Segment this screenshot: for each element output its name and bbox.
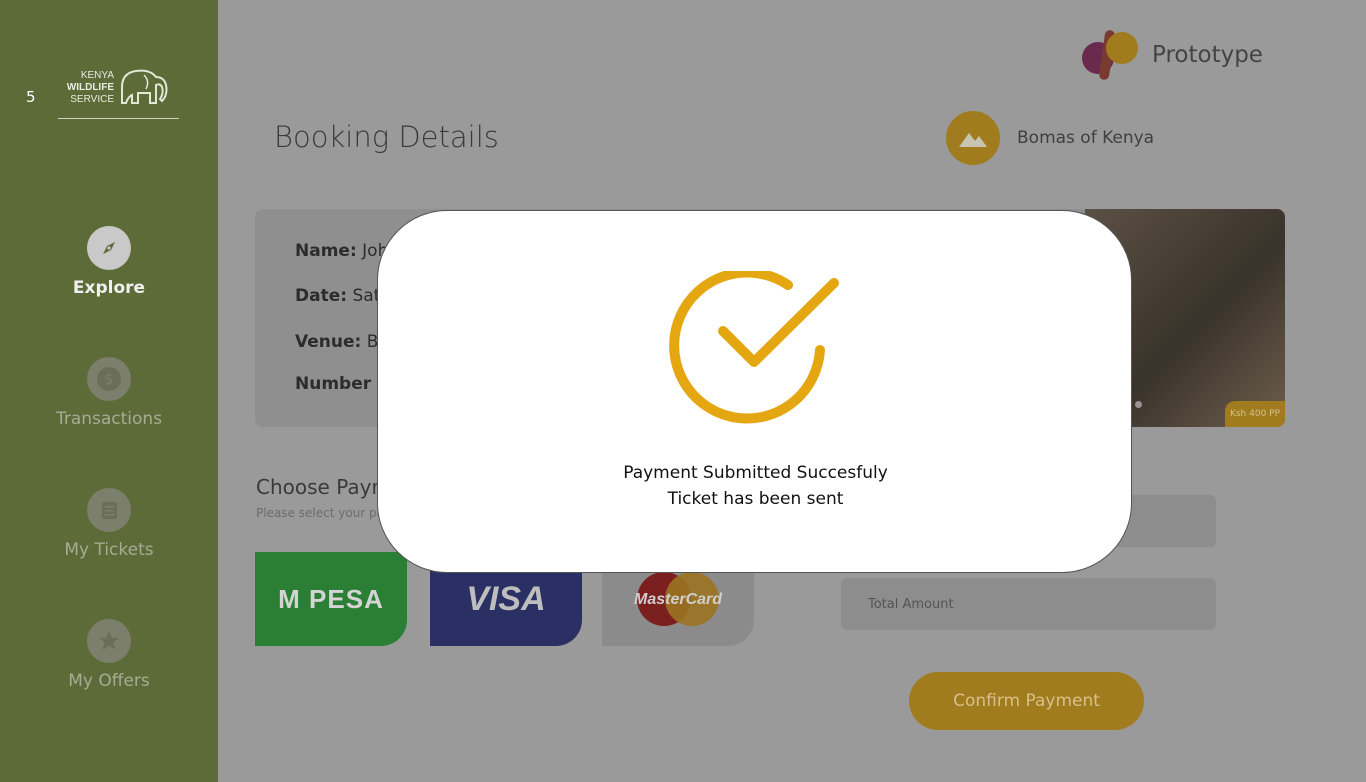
prototype-logo-icon: [1082, 30, 1138, 80]
svg-text:$: $: [104, 370, 114, 388]
ticket-icon: [87, 488, 131, 532]
nav-explore-label: Explore: [72, 278, 146, 298]
detail-venue-label: Venue:: [295, 332, 362, 352]
confirm-payment-button[interactable]: Confirm Payment: [909, 672, 1144, 730]
logo-text: KENYA WILDLIFE SERVICE: [62, 70, 114, 106]
nav-transactions-label: Transactions: [55, 409, 163, 429]
total-amount-field[interactable]: Total Amount: [841, 578, 1216, 630]
mastercard-icon: MasterCard: [634, 572, 723, 626]
total-amount-placeholder: Total Amount: [868, 596, 954, 612]
mpesa-button[interactable]: M PESA: [255, 552, 407, 646]
payment-subheading: Please select your pa: [256, 506, 384, 520]
logo-line-wildlife: WILDLIFE: [66, 82, 114, 93]
success-message: Payment Submitted Succesfuly: [623, 463, 888, 483]
ticket-sent-message: Ticket has been sent: [667, 489, 844, 509]
payment-heading: Choose Paym: [256, 475, 391, 499]
price-tag: Ksh 400 PP: [1225, 401, 1285, 427]
visa-label: VISA: [466, 579, 546, 618]
nav-my-tickets-label: My Tickets: [64, 540, 154, 560]
mastercard-label: MasterCard: [634, 591, 723, 608]
dollar-icon: $: [87, 357, 131, 401]
detail-number: Number o: [295, 374, 389, 394]
page-title: Booking Details: [274, 120, 499, 154]
nav-explore[interactable]: Explore: [0, 226, 218, 298]
page-number: 5: [26, 88, 36, 106]
detail-name: Name: Joh: [295, 241, 388, 261]
nav-my-tickets[interactable]: My Tickets: [0, 488, 218, 560]
brand-name: Prototype: [1152, 42, 1263, 68]
detail-venue: Venue: Bo: [295, 332, 389, 352]
detail-name-label: Name:: [295, 241, 357, 261]
logo-line-kenya: KENYA: [80, 70, 114, 81]
elephant-icon: [121, 69, 168, 104]
success-modal: Payment Submitted Succesfuly Ticket has …: [377, 210, 1132, 573]
detail-date-label: Date:: [295, 286, 348, 306]
mountain-icon: [946, 111, 1000, 165]
detail-number-label: Number o: [295, 374, 389, 394]
venue-selector[interactable]: Bomas of Kenya: [946, 111, 1154, 165]
star-icon: [87, 619, 131, 663]
nav-my-offers[interactable]: My Offers: [0, 619, 218, 691]
mpesa-label: M PESA: [278, 583, 384, 614]
nav-my-offers-label: My Offers: [68, 671, 150, 691]
checkmark-circle-icon: [669, 271, 839, 424]
logo-line-service: SERVICE: [70, 94, 114, 105]
venue-name: Bomas of Kenya: [1017, 128, 1155, 148]
compass-icon: [87, 226, 131, 270]
kws-logo: KENYA WILDLIFE SERVICE: [58, 62, 179, 119]
brand: Prototype: [1080, 28, 1263, 82]
sidebar: 5 KENYA WILDLIFE SERVICE Explore $ Trans…: [0, 0, 218, 782]
nav-transactions[interactable]: $ Transactions: [0, 357, 218, 429]
